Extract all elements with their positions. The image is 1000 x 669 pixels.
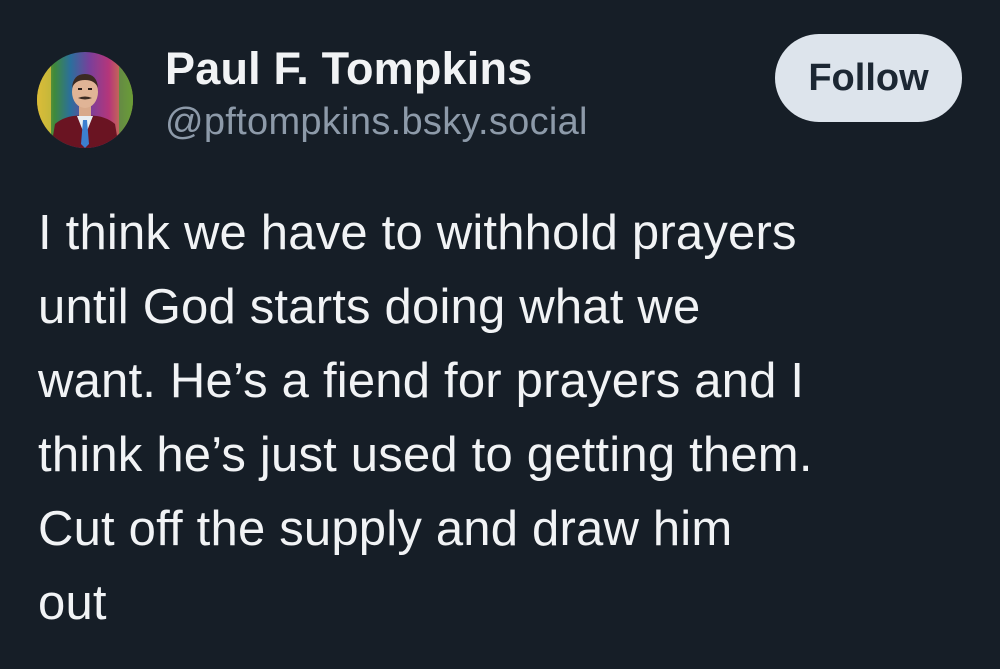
author-display-name[interactable]: Paul F. Tompkins [165, 40, 588, 98]
post-text: I think we have to withhold prayers unti… [38, 206, 813, 630]
follow-button[interactable]: Follow [775, 34, 962, 122]
post-card: Paul F. Tompkins @pftompkins.bsky.social… [0, 0, 1000, 669]
author-handle[interactable]: @pftompkins.bsky.social [165, 98, 588, 146]
author-avatar[interactable] [37, 52, 133, 148]
author-info[interactable]: Paul F. Tompkins @pftompkins.bsky.social [165, 40, 588, 146]
avatar-photo [37, 52, 133, 148]
